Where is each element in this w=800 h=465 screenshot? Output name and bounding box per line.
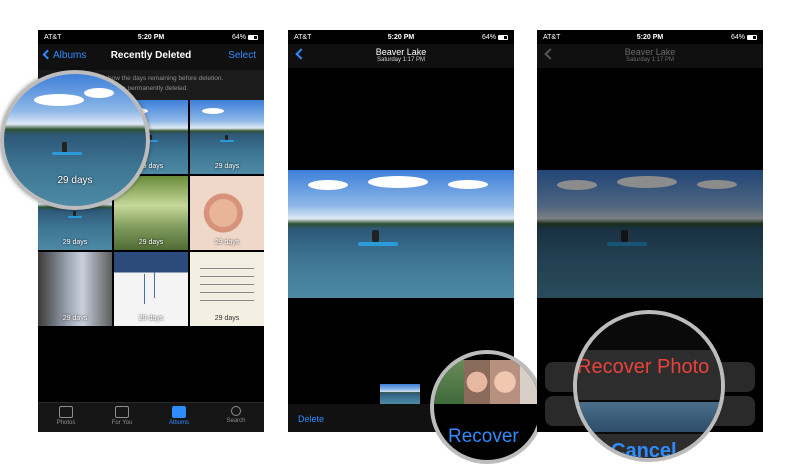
photos-icon	[59, 406, 73, 418]
recover-photo-button[interactable]: Recover Photo	[577, 356, 709, 379]
clock: 5:20 PM	[387, 34, 415, 41]
photo-subtitle: Saturday 1:17 PM	[625, 57, 675, 63]
battery-percent: 64%	[481, 34, 496, 41]
photo-subtitle: Saturday 1:17 PM	[376, 57, 426, 63]
battery-percent: 64%	[730, 34, 745, 41]
tab-bar: Photos For You Albums Search	[38, 402, 264, 432]
recover-magnifier: Recover	[430, 350, 544, 464]
tab-photos[interactable]: Photos	[38, 406, 94, 426]
days-remaining: 29 days	[214, 315, 240, 322]
status-bar: AT&T 5:20 PM 64%	[38, 30, 264, 44]
tab-label: For You	[111, 420, 133, 426]
photo-thumbnail[interactable]: 29 days	[190, 100, 264, 174]
photo-title: Beaver Lake	[375, 47, 427, 57]
days-remaining: 29 days	[214, 239, 240, 246]
recover-button[interactable]: Recover	[448, 426, 519, 448]
tab-albums[interactable]: Albums	[151, 406, 207, 426]
status-bar: AT&T 5:20 PM 64%	[288, 30, 514, 44]
filmstrip-thumb[interactable]	[380, 384, 420, 404]
tab-for-you[interactable]: For You	[94, 406, 150, 426]
cancel-button[interactable]: Cancel	[611, 440, 677, 458]
magnified-thumbnail: 29 days	[0, 70, 150, 210]
nav-bar: Beaver Lake Saturday 1:17 PM	[537, 44, 763, 68]
tab-label: Albums	[168, 420, 189, 426]
days-remaining: 29 days	[214, 163, 240, 170]
nav-bar: Beaver Lake Saturday 1:17 PM	[288, 44, 514, 68]
tab-label: Photos	[56, 420, 76, 426]
photo-thumbnail[interactable]: 29 days	[190, 176, 264, 250]
clock: 5:20 PM	[137, 34, 165, 41]
select-button[interactable]: Select	[228, 50, 256, 61]
lake-photo	[537, 170, 763, 298]
photo-thumbnail[interactable]: 29 days	[114, 252, 188, 326]
kayak	[68, 216, 82, 218]
days-remaining: 29 days	[62, 239, 88, 246]
tab-search[interactable]: Search	[208, 406, 264, 424]
battery-icon	[747, 35, 757, 40]
battery-icon	[248, 35, 258, 40]
days-remaining: 29 days	[138, 315, 164, 322]
status-bar: AT&T 5:20 PM 64%	[537, 30, 763, 44]
search-icon	[231, 406, 241, 416]
for-you-icon	[115, 406, 129, 418]
clock: 5:20 PM	[636, 34, 664, 41]
albums-icon	[172, 406, 186, 418]
recover-photo-magnifier: Recover Photo Cancel	[573, 310, 725, 462]
kayak	[52, 152, 82, 155]
days-remaining-magnified: 29 days	[57, 175, 93, 186]
photo-title: Beaver Lake	[624, 47, 676, 57]
photo-thumbnail[interactable]: 29 days	[190, 252, 264, 326]
kayak	[358, 242, 398, 246]
kayak	[607, 242, 647, 246]
battery-icon	[498, 35, 508, 40]
battery-percent: 64%	[231, 34, 246, 41]
photo-thumbnail[interactable]: 29 days	[38, 252, 112, 326]
delete-button[interactable]: Delete	[298, 414, 324, 424]
days-remaining: 29 days	[138, 239, 164, 246]
lake-photo	[288, 170, 514, 298]
tab-label: Search	[226, 418, 246, 424]
kayak	[220, 140, 234, 142]
days-remaining: 29 days	[62, 315, 88, 322]
nav-bar: Albums Recently Deleted Select	[38, 44, 264, 70]
